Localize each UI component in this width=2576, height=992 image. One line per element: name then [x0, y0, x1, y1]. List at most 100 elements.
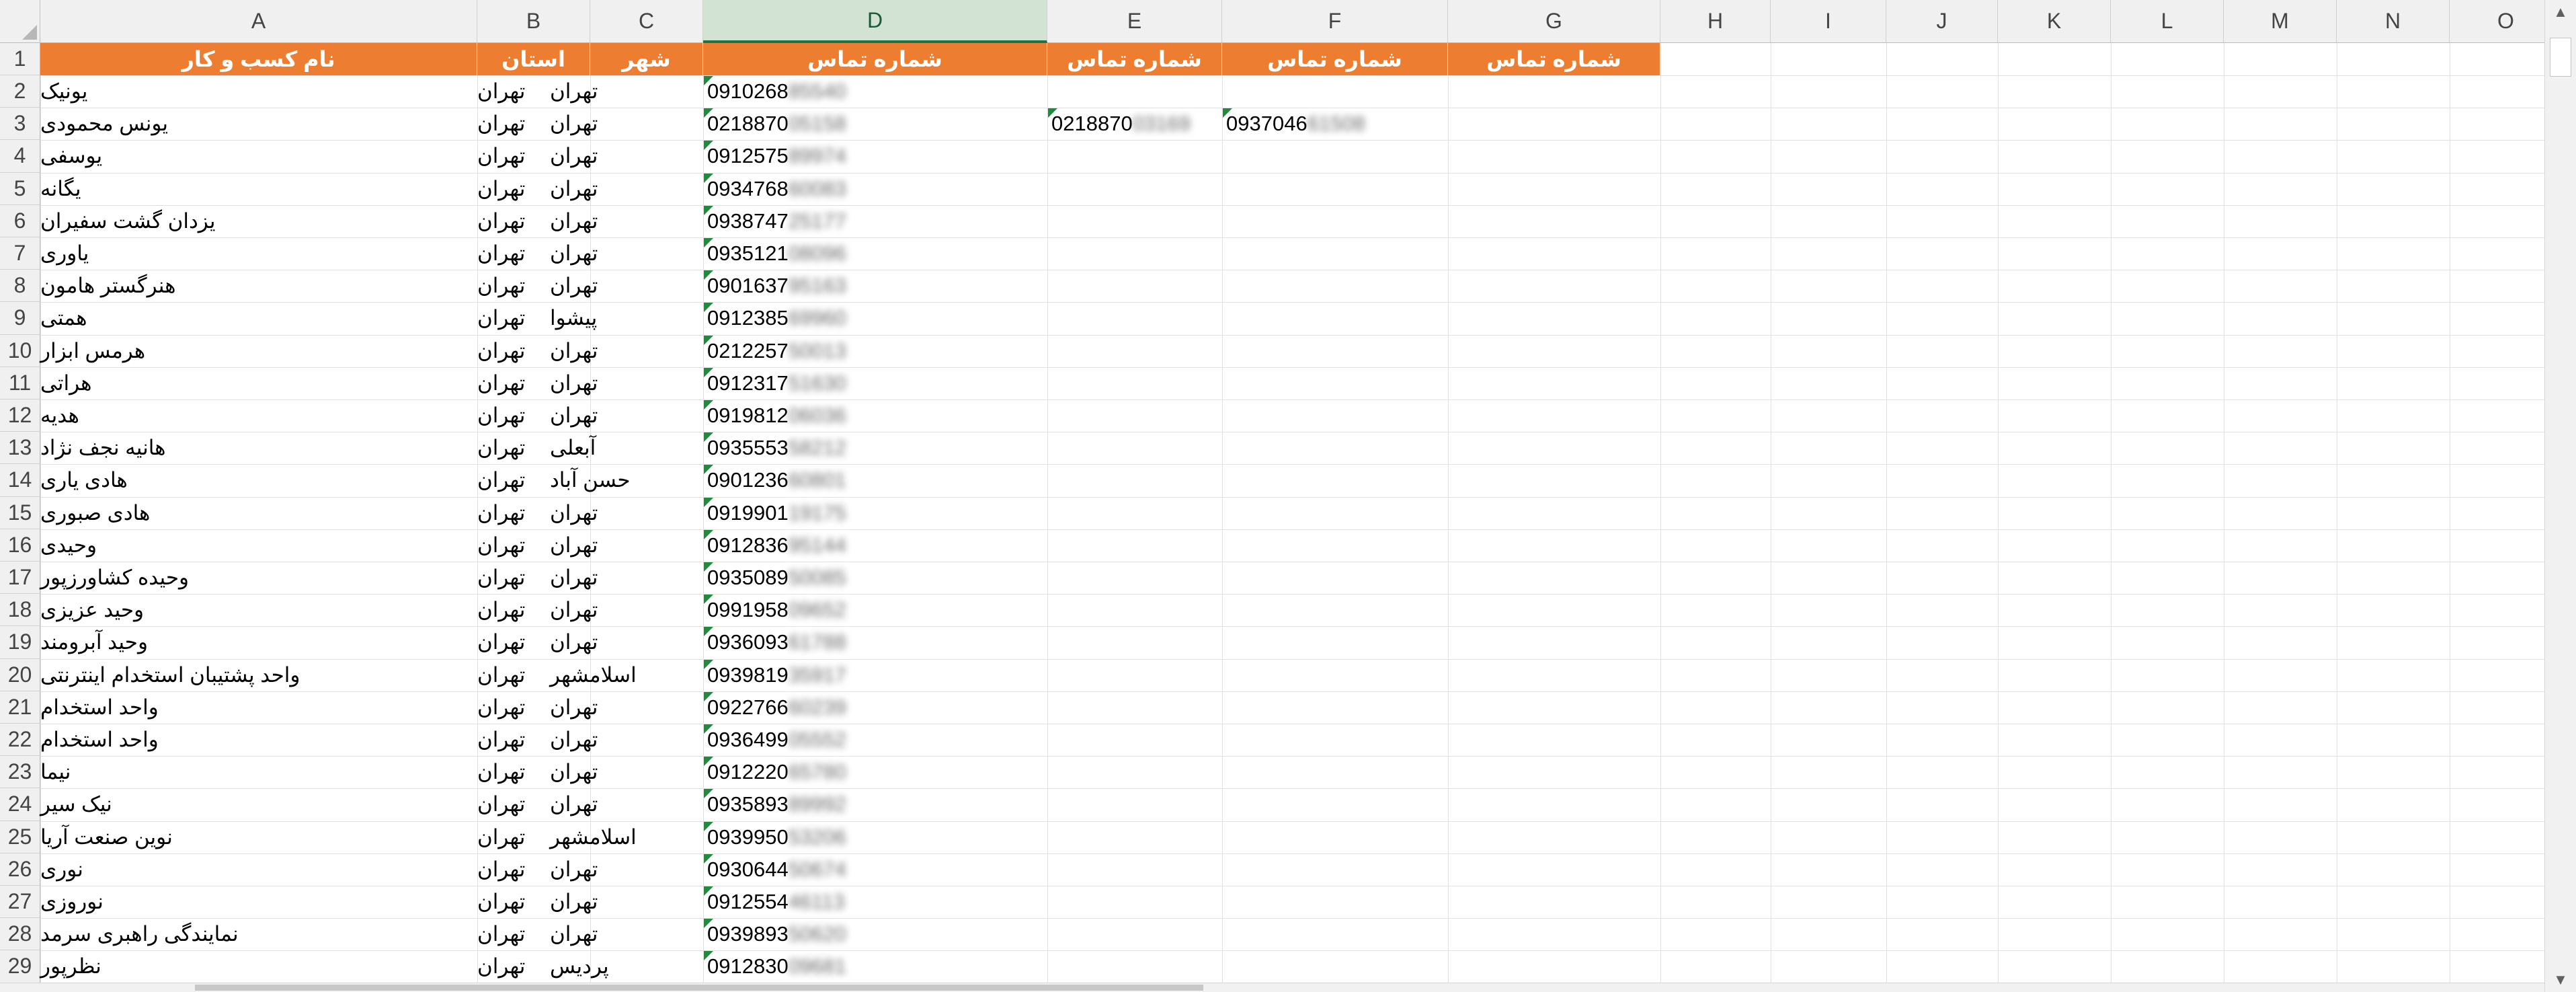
column-header-j[interactable]: J — [1886, 0, 1998, 43]
cell-business-name[interactable]: واحد استخدام — [40, 724, 477, 756]
cell-business-name[interactable]: یاوری — [40, 237, 477, 270]
cell-phone[interactable]: 0935089 50085 — [703, 562, 1047, 594]
column-header-a[interactable]: A — [40, 0, 477, 43]
cell-city[interactable]: تهران — [550, 399, 703, 432]
cell-phone[interactable]: 0922766 60239 — [703, 691, 1047, 724]
cell-phone3[interactable]: 0937046 61508 — [1222, 108, 1448, 140]
horizontal-scrollbar[interactable] — [0, 983, 2544, 992]
cell-business-name[interactable]: هانیه نجف نژاد — [40, 432, 477, 464]
row-header-16[interactable]: 16 — [0, 529, 40, 562]
header-cell-b[interactable]: استان — [477, 43, 590, 75]
cell-city[interactable]: تهران — [550, 724, 703, 756]
cell-city[interactable]: تهران — [550, 562, 703, 594]
cell-phone[interactable]: 0991958 09652 — [703, 594, 1047, 626]
row-header-2[interactable]: 2 — [0, 75, 40, 108]
cell-business-name[interactable]: نوروزی — [40, 886, 477, 918]
cell-phone[interactable]: 0935893 89992 — [703, 788, 1047, 821]
cell-business-name[interactable]: وحیدی — [40, 529, 477, 562]
cell-phone[interactable]: 0919901 19175 — [703, 497, 1047, 529]
cell-phone[interactable]: 0919812 06036 — [703, 399, 1047, 432]
cell-phone[interactable]: 0912836 95144 — [703, 529, 1047, 562]
row-header-17[interactable]: 17 — [0, 562, 40, 595]
cell-city[interactable]: تهران — [550, 788, 703, 821]
cell-city[interactable]: آبعلی — [550, 432, 703, 464]
cell-phone[interactable]: 0912220 65780 — [703, 756, 1047, 788]
row-header-8[interactable]: 8 — [0, 270, 40, 303]
row-header-11[interactable]: 11 — [0, 367, 40, 399]
row-header-7[interactable]: 7 — [0, 237, 40, 270]
row-header-18[interactable]: 18 — [0, 594, 40, 627]
cell-business-name[interactable]: یونس محمودی — [40, 108, 477, 140]
cell-business-name[interactable]: یزدان گشت سفیران — [40, 205, 477, 237]
scroll-up-icon[interactable]: ▲ — [2545, 0, 2576, 24]
cell-city[interactable]: تهران — [550, 529, 703, 562]
column-header-e[interactable]: E — [1047, 0, 1222, 43]
cell-business-name[interactable]: هدیه — [40, 399, 477, 432]
cell-city[interactable]: تهران — [550, 108, 703, 140]
cell-city[interactable]: تهران — [550, 173, 703, 205]
cell-business-name[interactable]: نیما — [40, 756, 477, 788]
cell-business-name[interactable]: وحید عزیزی — [40, 594, 477, 626]
row-header-27[interactable]: 27 — [0, 886, 40, 919]
cell-phone[interactable]: 0935121 08096 — [703, 237, 1047, 270]
column-header-c[interactable]: C — [590, 0, 703, 43]
cell-city[interactable]: تهران — [550, 270, 703, 302]
cell-business-name[interactable]: نیک سیر — [40, 788, 477, 821]
cell-city[interactable]: تهران — [550, 335, 703, 367]
cell-city[interactable]: اسلامشهر — [550, 659, 703, 691]
cell-phone[interactable]: 0938747 25177 — [703, 205, 1047, 237]
row-header-14[interactable]: 14 — [0, 464, 40, 497]
column-header-k[interactable]: K — [1998, 0, 2111, 43]
cell-phone[interactable]: 0218870 05158 — [703, 108, 1047, 140]
cell-business-name[interactable]: هنرگستر هامون — [40, 270, 477, 302]
row-header-29[interactable]: 29 — [0, 950, 40, 983]
cell-phone[interactable]: 0912575 89974 — [703, 140, 1047, 172]
cell-city[interactable]: تهران — [550, 140, 703, 172]
cell-business-name[interactable]: هادی صبوری — [40, 497, 477, 529]
cell-city[interactable]: تهران — [550, 594, 703, 626]
select-all-corner[interactable] — [0, 0, 40, 43]
cell-business-name[interactable]: واحد استخدام — [40, 691, 477, 724]
cell-business-name[interactable]: واحد پشتیبان استخدام اینترنتی — [40, 659, 477, 691]
column-header-n[interactable]: N — [2337, 0, 2450, 43]
cell-business-name[interactable]: همتی — [40, 302, 477, 334]
cell-business-name[interactable]: یگانه — [40, 173, 477, 205]
column-header-d[interactable]: D — [703, 0, 1047, 43]
cell-phone[interactable]: 0912385 69960 — [703, 302, 1047, 334]
cell-phone[interactable]: 0912830 09681 — [703, 950, 1047, 983]
cell-city[interactable]: پیشوا — [550, 302, 703, 334]
cell-phone[interactable]: 0912554 46113 — [703, 886, 1047, 918]
cell-phone[interactable]: 0939950 53206 — [703, 821, 1047, 853]
cell-business-name[interactable]: نظرپور — [40, 950, 477, 983]
cell-phone[interactable]: 0910268 85540 — [703, 75, 1047, 108]
cell-business-name[interactable]: هراتی — [40, 367, 477, 399]
column-header-o[interactable]: O — [2450, 0, 2544, 43]
header-cell-e[interactable]: شماره تماس — [1047, 43, 1222, 75]
row-header-23[interactable]: 23 — [0, 756, 40, 789]
cell-business-name[interactable]: هادی یاری — [40, 464, 477, 496]
cell-phone[interactable]: 0939819 35917 — [703, 659, 1047, 691]
spreadsheet-grid[interactable]: ABCDEFGHIJKLMNO 1 2 3 4 5 6 7 8 9 10 11 12 13 14 15 16 1… — [0, 0, 2544, 983]
row-header-24[interactable]: 24 — [0, 788, 40, 821]
column-header-i[interactable]: I — [1771, 0, 1886, 43]
row-header-10[interactable]: 10 — [0, 334, 40, 367]
vertical-scroll-thumb[interactable] — [2550, 38, 2571, 77]
cell-city[interactable]: تهران — [550, 756, 703, 788]
cell-phone[interactable]: 0935553 58212 — [703, 432, 1047, 464]
row-header-9[interactable]: 9 — [0, 302, 40, 335]
cell-phone[interactable]: 0930644 50674 — [703, 853, 1047, 886]
row-header-20[interactable]: 20 — [0, 658, 40, 691]
header-cell-g[interactable]: شماره تماس — [1448, 43, 1660, 75]
cell-business-name[interactable]: هرمس ابزار — [40, 335, 477, 367]
cell-phone[interactable]: 0901236 60801 — [703, 464, 1047, 496]
cell-business-name[interactable]: نوین صنعت آریا — [40, 821, 477, 853]
cell-city[interactable]: تهران — [550, 205, 703, 237]
row-header-12[interactable]: 12 — [0, 399, 40, 432]
row-header-13[interactable]: 13 — [0, 432, 40, 465]
column-header-m[interactable]: M — [2224, 0, 2337, 43]
cell-city[interactable]: پردیس — [550, 950, 703, 983]
cell-business-name[interactable]: یوسفی — [40, 140, 477, 172]
column-header-l[interactable]: L — [2111, 0, 2224, 43]
cell-city[interactable]: تهران — [550, 367, 703, 399]
header-cell-a[interactable]: نام کسب و کار — [40, 43, 477, 75]
